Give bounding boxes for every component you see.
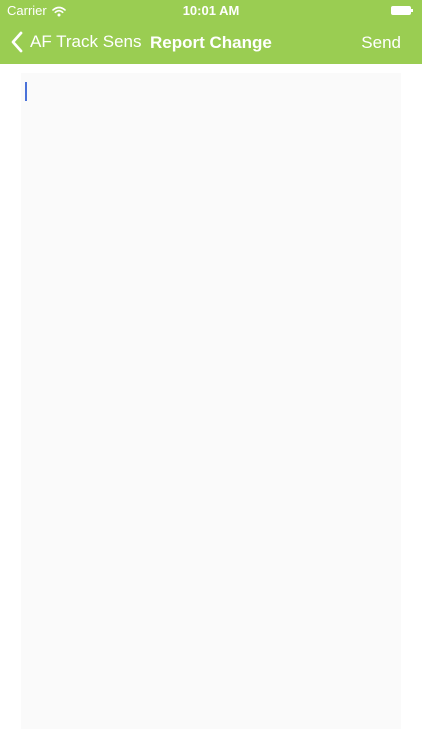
back-button-label: AF Track Sens xyxy=(30,32,142,51)
status-bar: Carrier 10:01 AM xyxy=(0,0,422,20)
send-button[interactable]: Send xyxy=(361,32,401,54)
battery-icon xyxy=(391,6,413,15)
report-text-editor[interactable] xyxy=(21,73,401,729)
status-time: 10:01 AM xyxy=(182,3,240,18)
header: Carrier 10:01 AM AF Track Sens Report Ch… xyxy=(0,0,422,64)
navigation-bar: AF Track Sens Report Change Send xyxy=(0,20,422,64)
chevron-left-icon xyxy=(11,31,23,53)
page-title: Report Change xyxy=(150,33,272,52)
back-button[interactable]: AF Track Sens xyxy=(10,28,141,56)
text-cursor xyxy=(25,82,27,101)
